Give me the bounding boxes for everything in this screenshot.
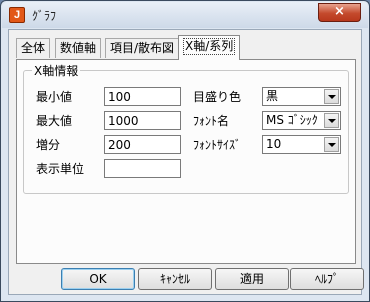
- apply-button[interactable]: 適用: [215, 268, 289, 290]
- font-name-select[interactable]: MS ｺﾞｼｯｸ: [262, 111, 341, 130]
- close-button[interactable]: ×: [318, 3, 361, 22]
- font-size-select[interactable]: 10: [262, 135, 341, 154]
- step-input[interactable]: [104, 135, 181, 154]
- tab-x-axis-series[interactable]: X軸/系列: [178, 35, 241, 60]
- max-value-input[interactable]: [104, 111, 181, 130]
- group-title: X軸情報: [32, 62, 81, 79]
- tab-general[interactable]: 全体: [16, 38, 51, 58]
- window-title: ｸﾞﾗﾌ: [32, 9, 57, 23]
- min-value-input[interactable]: [104, 87, 181, 106]
- title-bar[interactable]: J ｸﾞﾗﾌ ×: [2, 2, 368, 28]
- help-button[interactable]: ﾍﾙﾌﾟ: [290, 268, 364, 290]
- font-size-value: 10: [266, 137, 282, 151]
- dialog-window: J ｸﾞﾗﾌ × 全体 数値軸 項目/散布図 X軸/系列 X軸情報 最小値 最大…: [0, 0, 370, 302]
- tab-category-scatter[interactable]: 項目/散布図: [105, 38, 180, 58]
- tab-general-label: 全体: [21, 41, 46, 55]
- tab-value-axis-label: 数値軸: [60, 41, 97, 55]
- grid-color-select[interactable]: 黒: [262, 87, 341, 106]
- dialog-body: 全体 数値軸 項目/散布図 X軸/系列 X軸情報 最小値 最大値 増分 表示単位…: [8, 29, 364, 295]
- font-name-value: MS ｺﾞｼｯｸ: [266, 113, 318, 127]
- font-size-label: ﾌｫﾝﾄｻｲｽﾞ: [193, 138, 242, 152]
- min-value-label: 最小値: [36, 90, 73, 104]
- tab-panel: X軸情報 最小値 最大値 増分 表示単位 目盛り色 黒 ﾌｫﾝﾄ名 MS ｺﾞｼ…: [16, 59, 356, 264]
- app-icon: J: [9, 7, 25, 23]
- grid-color-label: 目盛り色: [193, 90, 242, 104]
- unit-input[interactable]: [104, 159, 181, 178]
- cancel-button[interactable]: ｷｬﾝｾﾙ: [138, 268, 212, 290]
- tab-value-axis[interactable]: 数値軸: [55, 38, 102, 58]
- chevron-down-icon[interactable]: [324, 113, 339, 128]
- x-axis-group: X軸情報 最小値 最大値 増分 表示単位 目盛り色 黒 ﾌｫﾝﾄ名 MS ｺﾞｼ…: [23, 62, 349, 194]
- unit-label: 表示単位: [36, 162, 85, 176]
- max-value-label: 最大値: [36, 114, 73, 128]
- tab-category-scatter-label: 項目/散布図: [110, 41, 175, 55]
- ok-button[interactable]: OK: [61, 268, 135, 290]
- chevron-down-icon[interactable]: [324, 89, 339, 104]
- tab-x-axis-series-label: X軸/系列: [183, 38, 236, 55]
- font-name-label: ﾌｫﾝﾄ名: [193, 114, 230, 128]
- grid-color-value: 黒: [266, 89, 279, 103]
- step-label: 増分: [36, 138, 61, 152]
- chevron-down-icon[interactable]: [324, 137, 339, 152]
